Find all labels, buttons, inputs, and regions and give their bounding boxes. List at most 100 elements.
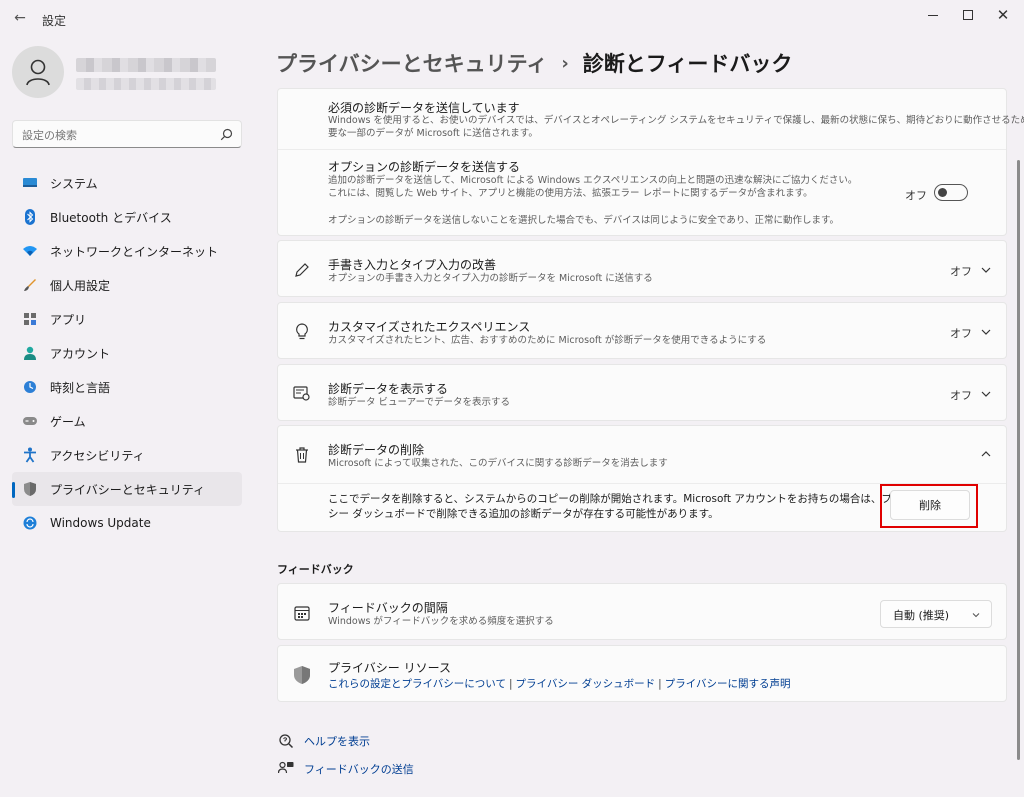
sidebar-item-accessibility[interactable]: アクセシビリティ <box>12 438 242 472</box>
deletedata-title: 診断データの削除 <box>328 443 425 457</box>
update-icon <box>22 515 38 531</box>
privacy-resources-title: プライバシー リソース <box>328 661 451 675</box>
privacy-statement-link[interactable]: プライバシーに関する声明 <box>665 678 791 690</box>
deletedata-body-line-1: ここでデータを削除すると、システムからのコピーの削除が開始されます。Micros… <box>328 493 924 505</box>
sidebar-item-label: 個人用設定 <box>50 278 111 293</box>
chevron-up-icon[interactable] <box>980 448 992 460</box>
gamepad-icon <box>22 413 38 429</box>
viewdata-state: オフ <box>950 389 972 402</box>
account-icon <box>22 345 38 361</box>
search-icon[interactable] <box>220 128 233 141</box>
minimize-icon <box>928 14 938 16</box>
sidebar-item-apps[interactable]: アプリ <box>12 302 242 336</box>
highlight-annotation <box>880 484 978 528</box>
breadcrumb-separator: › <box>561 52 569 74</box>
optional-data-title: オプションの診断データを送信する <box>328 160 521 174</box>
sidebar-item-accounts[interactable]: アカウント <box>12 336 242 370</box>
search-box[interactable] <box>12 120 242 148</box>
tailored-state: オフ <box>950 327 972 340</box>
breadcrumb-parent[interactable]: プライバシーとセキュリティ <box>276 48 547 78</box>
title-bar: ← 設定 ✕ <box>0 0 1024 40</box>
optional-data-toggle[interactable] <box>934 184 968 201</box>
inking-desc: オプションの手書き入力とタイプ入力の診断データを Microsoft に送信する <box>328 273 653 284</box>
chevron-down-icon <box>972 613 980 618</box>
avatar[interactable] <box>12 46 64 98</box>
shield-icon <box>22 481 38 497</box>
sidebar-item-label: ネットワークとインターネット <box>50 244 219 259</box>
sidebar-item-gaming[interactable]: ゲーム <box>12 404 242 438</box>
chevron-down-icon[interactable] <box>980 264 992 276</box>
person-icon <box>26 59 50 86</box>
sidebar-item-network[interactable]: ネットワークとインターネット <box>12 234 242 268</box>
apps-grid-icon <box>22 311 38 327</box>
required-data-desc-2: 要な一部のデータが Microsoft に送信されます。 <box>328 128 538 139</box>
lightbulb-icon <box>292 322 312 342</box>
maximize-icon <box>963 10 973 20</box>
frequency-desc: Windows がフィードバックを求める頻度を選択する <box>328 616 554 627</box>
deletedata-desc: Microsoft によって収集された、このデバイスに関する診断データを消去しま… <box>328 458 668 469</box>
calendar-icon <box>292 603 312 623</box>
trash-icon <box>292 445 312 465</box>
get-help-link[interactable]: ヘルプを表示 <box>278 733 370 749</box>
pen-icon <box>292 260 312 280</box>
tailored-desc: カスタマイズされたヒント、広告、おすすめのために Microsoft が診断デー… <box>328 335 767 346</box>
sidebar-item-label: Windows Update <box>50 516 151 530</box>
sidebar-item-personalization[interactable]: 個人用設定 <box>12 268 242 302</box>
privacy-settings-link[interactable]: これらの設定とプライバシーについて <box>328 678 506 690</box>
inking-typing-card[interactable]: 手書き入力とタイプ入力の改善 オプションの手書き入力とタイプ入力の診断データを … <box>277 240 1007 297</box>
accessibility-icon <box>22 447 38 463</box>
sidebar-item-windows-update[interactable]: Windows Update <box>12 506 242 540</box>
help-icon <box>278 733 294 749</box>
user-name-redacted <box>76 58 216 72</box>
privacy-links: これらの設定とプライバシーについて | プライバシー ダッシュボード | プライバシーに… <box>328 676 791 691</box>
privacy-resources-card: プライバシー リソース <box>277 645 1007 702</box>
deletedata-body: ここでデータを削除すると、システムからのコピーの削除が開始されます。Micros… <box>328 492 923 522</box>
page-title: 診断とフィードバック <box>582 52 793 76</box>
globe-clock-icon <box>22 379 38 395</box>
back-arrow-icon[interactable]: ← <box>12 10 28 26</box>
diagnostic-data-card: 必須の診断データを送信しています Windows を使用すると、お使いのデバイス… <box>277 88 1024 236</box>
chevron-down-icon[interactable] <box>980 388 992 400</box>
sidebar-item-bluetooth[interactable]: Bluetooth とデバイス <box>12 200 242 234</box>
sidebar-nav: システム Bluetooth とデバイス ネットワークとインターネット 個人用設… <box>12 166 242 540</box>
data-viewer-icon <box>292 384 312 404</box>
sidebar-item-privacy-security[interactable]: プライバシーとセキュリティ <box>12 472 242 506</box>
close-icon: ✕ <box>996 5 1010 24</box>
toggle-knob <box>938 188 947 197</box>
user-email-redacted <box>76 78 216 90</box>
wifi-icon <box>22 243 38 259</box>
divider <box>278 149 1006 150</box>
frequency-selected-value: 自動 (推奨) <box>893 609 950 622</box>
give-feedback-link[interactable]: フィードバックの送信 <box>278 761 414 777</box>
tailored-experiences-card[interactable]: カスタマイズされたエクスペリエンス カスタマイズされたヒント、広告、おすすめのた… <box>277 302 1007 359</box>
feedback-icon <box>278 761 294 777</box>
viewdata-desc: 診断データ ビューアーでデータを表示する <box>328 397 511 408</box>
tailored-title: カスタマイズされたエクスペリエンス <box>328 320 531 334</box>
bluetooth-icon <box>22 209 38 225</box>
required-data-desc-1: Windows を使用すると、お使いのデバイスでは、デバイスとオペレーティング … <box>328 115 1024 126</box>
sidebar-item-label: 時刻と言語 <box>50 380 111 395</box>
sidebar-item-system[interactable]: システム <box>12 166 242 200</box>
deletedata-body-line-2: シー ダッシュボードで削除できる追加の診断データが存在する可能性があります。 <box>328 508 719 520</box>
view-diagnostic-data-card[interactable]: 診断データを表示する 診断データ ビューアーでデータを表示する オフ <box>277 364 1007 421</box>
sidebar-item-time-language[interactable]: 時刻と言語 <box>12 370 242 404</box>
optional-data-desc-1: 追加の診断データを送信して、Microsoft による Windows エクスペ… <box>328 175 858 186</box>
scrollbar[interactable] <box>1017 160 1020 760</box>
sidebar-item-label: アプリ <box>50 312 87 327</box>
breadcrumb: プライバシーとセキュリティ › 診断とフィードバック <box>276 48 792 78</box>
link-separator: | <box>508 678 513 690</box>
sidebar-item-label: プライバシーとセキュリティ <box>50 482 206 497</box>
sidebar-item-label: Bluetooth とデバイス <box>50 210 172 225</box>
search-input[interactable] <box>22 126 212 144</box>
chevron-down-icon[interactable] <box>980 326 992 338</box>
inking-title: 手書き入力とタイプ入力の改善 <box>328 258 497 272</box>
sidebar-item-label: アクセシビリティ <box>50 448 145 463</box>
monitor-icon <box>22 175 38 191</box>
close-button[interactable]: ✕ <box>980 4 1024 26</box>
sidebar-item-label: ゲーム <box>50 414 86 429</box>
get-help-label: ヘルプを表示 <box>304 735 370 748</box>
feedback-frequency-select[interactable]: 自動 (推奨) <box>880 600 992 628</box>
link-separator: | <box>658 678 662 690</box>
privacy-dashboard-link[interactable]: プライバシー ダッシュボード <box>516 678 656 690</box>
sidebar-item-label: システム <box>50 176 98 191</box>
